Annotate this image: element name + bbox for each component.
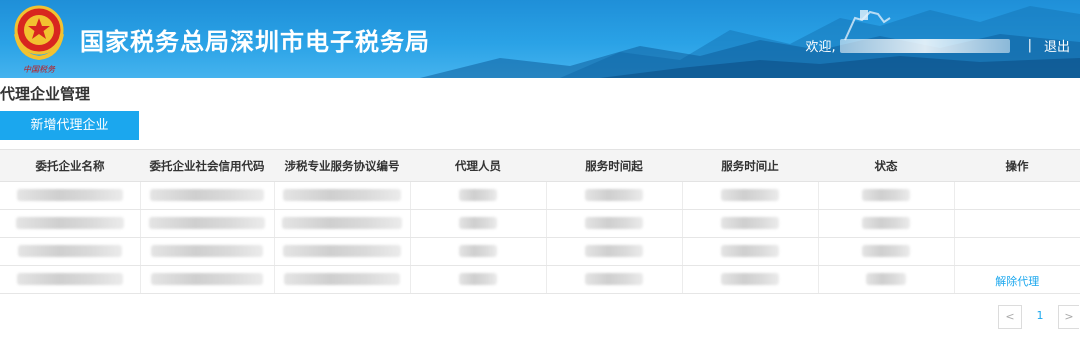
redacted-text [284, 273, 400, 285]
emblem-caption: 中国税务 [23, 65, 56, 74]
site-header: 中国税务 国家税务总局深圳市电子税务局 欢迎, | 退出 [0, 0, 1080, 78]
cell-end-date [682, 209, 819, 238]
redacted-text [585, 273, 643, 285]
column-header: 涉税专业服务协议编号 [274, 149, 410, 182]
redacted-text [283, 245, 401, 257]
redacted-text [151, 273, 263, 285]
redacted-text [16, 189, 123, 201]
header-separator: | [1027, 38, 1032, 53]
column-header: 委托企业名称 [0, 149, 140, 182]
redacted-text [721, 273, 779, 285]
cell-agent-person [410, 209, 547, 238]
redacted-text [862, 189, 910, 201]
redacted-text [15, 217, 124, 229]
cell-agent-person [410, 237, 547, 266]
cell-action [954, 181, 1080, 210]
redacted-text [721, 245, 779, 257]
cell-end-date [682, 237, 819, 266]
table-row [0, 181, 1080, 210]
cell-status [818, 237, 955, 266]
site-title: 国家税务总局深圳市电子税务局 [80, 28, 430, 56]
column-header: 操作 [954, 149, 1080, 182]
redacted-text [16, 273, 123, 285]
redacted-text [149, 217, 265, 229]
redacted-text [459, 245, 497, 257]
cell-start-date [546, 181, 683, 210]
national-tax-emblem-icon: 中国税务 [14, 5, 64, 74]
redacted-text [459, 217, 497, 229]
cell-end-date [682, 181, 819, 210]
column-header: 服务时间起 [546, 149, 682, 182]
column-header: 代理人员 [410, 149, 546, 182]
cell-action [954, 209, 1080, 238]
cell-status [818, 181, 955, 210]
cell-start-date [546, 237, 683, 266]
redacted-text [585, 189, 643, 201]
redacted-text [585, 245, 643, 257]
cell-agreement-no [274, 181, 411, 210]
redacted-text [721, 189, 779, 201]
redacted-text [282, 217, 402, 229]
cell-action: 解除代理 [954, 265, 1080, 294]
cell-enterprise-name [0, 265, 141, 294]
cell-agent-person [410, 181, 547, 210]
cell-agent-person [410, 265, 547, 294]
cell-credit-code [140, 237, 275, 266]
cell-agreement-no [274, 265, 411, 294]
redacted-text [862, 217, 910, 229]
redacted-text [866, 273, 906, 285]
add-agent-enterprise-button[interactable]: 新增代理企业 [0, 111, 139, 140]
cell-status [818, 209, 955, 238]
column-header: 状态 [818, 149, 954, 182]
column-header: 委托企业社会信用代码 [140, 149, 274, 182]
cell-credit-code [140, 181, 275, 210]
cell-end-date [682, 265, 819, 294]
cell-action [954, 237, 1080, 266]
welcome-label: 欢迎, [805, 40, 836, 55]
redacted-text [283, 189, 401, 201]
cell-status [818, 265, 955, 294]
cell-enterprise-name [0, 237, 141, 266]
cell-start-date [546, 265, 683, 294]
table-row [0, 237, 1080, 266]
redacted-text [459, 273, 497, 285]
chevron-right-icon: > [1064, 310, 1074, 323]
user-area: 欢迎, | 退出 [805, 36, 1070, 55]
redacted-text [585, 217, 643, 229]
redacted-text [150, 189, 264, 201]
cell-agreement-no [274, 209, 411, 238]
cell-start-date [546, 209, 683, 238]
logout-link[interactable]: 退出 [1044, 36, 1070, 55]
agent-enterprise-table: 委托企业名称 委托企业社会信用代码 涉税专业服务协议编号 代理人员 服务时间起 … [0, 149, 1080, 294]
pagination-next-button[interactable]: > [1058, 305, 1079, 329]
table-row: 解除代理 [0, 265, 1080, 294]
cell-enterprise-name [0, 209, 141, 238]
redacted-text [151, 245, 263, 257]
username-redacted [839, 38, 1010, 53]
table-row [0, 209, 1080, 238]
page-title: 代理企业管理 [0, 85, 91, 103]
cell-agreement-no [274, 237, 411, 266]
pagination-prev-button[interactable]: < [998, 305, 1022, 329]
redacted-text [721, 217, 779, 229]
revoke-agency-link[interactable]: 解除代理 [995, 275, 1039, 288]
column-header: 服务时间止 [682, 149, 818, 182]
cell-enterprise-name [0, 181, 141, 210]
chevron-left-icon: < [1005, 310, 1015, 323]
redacted-text [459, 189, 497, 201]
cell-credit-code [140, 209, 275, 238]
redacted-text [862, 245, 910, 257]
redacted-text [17, 245, 122, 257]
table-header-row: 委托企业名称 委托企业社会信用代码 涉税专业服务协议编号 代理人员 服务时间起 … [0, 149, 1080, 182]
cell-credit-code [140, 265, 275, 294]
pagination-current-page[interactable]: 1 [1030, 305, 1050, 327]
